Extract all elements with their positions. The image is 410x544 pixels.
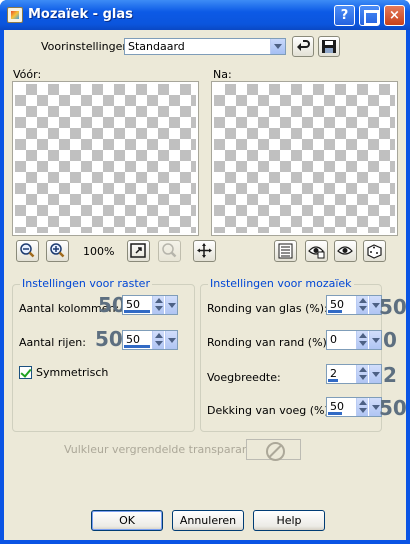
grout-width-stepper[interactable]: 2 [326,364,382,384]
grout-width-annotation: 2 [383,363,397,387]
proof-icon [278,243,293,259]
dialog-body: Voorinstellingen: Standaard Vóór: Na: 10… [4,30,407,540]
fit-window-icon [130,243,146,258]
cancel-button[interactable]: Annuleren [172,510,244,531]
glass-rounding-label: Ronding van glas (%): [207,302,328,315]
grout-opacity-slider-bar [328,412,342,415]
app-icon [7,7,23,23]
help-button[interactable]: Help [253,510,325,531]
mosaic-settings-title: Instellingen voor mozaïek [208,277,354,290]
randomize-icon [367,244,382,259]
save-preset-button[interactable] [318,36,340,57]
edge-rounding-value[interactable]: 0 [330,333,337,346]
preview-eye-icon [337,246,353,255]
presets-label: Voorinstellingen: [41,40,134,53]
rows-stepper[interactable]: 50 [122,330,178,350]
ok-button[interactable]: OK [91,510,163,531]
spin-updown-icon[interactable] [356,331,368,349]
presets-dropdown[interactable]: Standaard [124,38,286,55]
save-icon [322,40,336,53]
pan-button[interactable] [193,240,216,262]
before-preview[interactable] [12,81,199,236]
grout-width-label: Voegbreedte: [207,371,281,384]
title-bar[interactable]: Mozaïek - glas ? × [0,0,410,30]
edge-rounding-stepper[interactable]: 0 [326,330,382,350]
fit-window-button[interactable] [127,240,150,262]
columns-stepper[interactable]: 50 [122,295,178,315]
spin-updown-icon[interactable] [356,365,368,383]
zoom-reset-button[interactable] [158,240,181,262]
dialog-window: Mozaïek - glas ? × Voorinstellingen: Sta… [0,0,410,544]
glass-rounding-annotation: 50 [379,295,407,319]
preview-toggle-button[interactable] [334,240,357,262]
before-label: Vóór: [13,68,42,81]
maximize-button[interactable] [359,5,380,26]
zoom-out-button[interactable] [16,240,39,262]
randomize-button[interactable] [363,240,386,262]
glass-rounding-stepper[interactable]: 50 [326,295,382,315]
zoom-out-icon [20,243,35,258]
rows-label: Aantal rijen: [19,336,86,349]
proof-button[interactable] [274,240,297,262]
spin-updown-icon[interactable] [152,331,164,349]
grout-opacity-label: Dekking van voeg (%): [207,404,333,417]
help-title-button[interactable]: ? [334,5,355,26]
edge-rounding-annotation: 0 [383,328,397,352]
after-preview[interactable] [211,81,398,236]
reset-preset-button[interactable] [292,36,314,57]
spin-updown-icon[interactable] [356,296,368,314]
spin-updown-icon[interactable] [356,398,368,416]
close-button[interactable]: × [384,5,405,26]
window-title: Mozaïek - glas [28,7,133,22]
help-icon: ? [340,8,349,23]
chevron-down-icon[interactable] [165,296,177,314]
glass-rounding-slider-bar [328,310,342,313]
spin-updown-icon[interactable] [152,296,164,314]
fill-color-swatch [246,439,301,461]
chevron-down-icon[interactable] [369,365,381,383]
zoom-reset-icon [162,243,177,258]
chevron-down-icon[interactable] [270,39,285,54]
pan-icon [197,243,212,258]
chevron-down-icon[interactable] [369,331,381,349]
zoom-level: 100% [83,245,115,258]
grid-settings-title: Instellingen voor raster [20,277,152,290]
symmetric-checkbox[interactable] [19,366,32,379]
rows-annotation: 50 [95,327,123,351]
reset-icon [297,40,310,51]
auto-proof-button[interactable] [305,240,328,262]
auto-proof-icon [308,246,325,259]
fill-color-label: Vulkleur vergrendelde transparantie: [64,443,267,456]
presets-value: Standaard [128,40,185,53]
symmetric-label[interactable]: Symmetrisch [36,366,108,379]
zoom-in-icon [50,243,65,258]
grout-width-slider-bar [328,379,338,382]
grout-opacity-annotation: 50 [379,396,407,420]
columns-slider-bar [124,310,150,313]
close-icon: × [389,8,400,23]
after-label: Na: [213,68,232,81]
grout-opacity-stepper[interactable]: 50 [326,397,382,417]
zoom-in-button[interactable] [46,240,69,262]
edge-rounding-label: Ronding van rand (%): [207,336,331,349]
chevron-down-icon[interactable] [165,331,177,349]
rows-slider-bar [124,345,150,348]
